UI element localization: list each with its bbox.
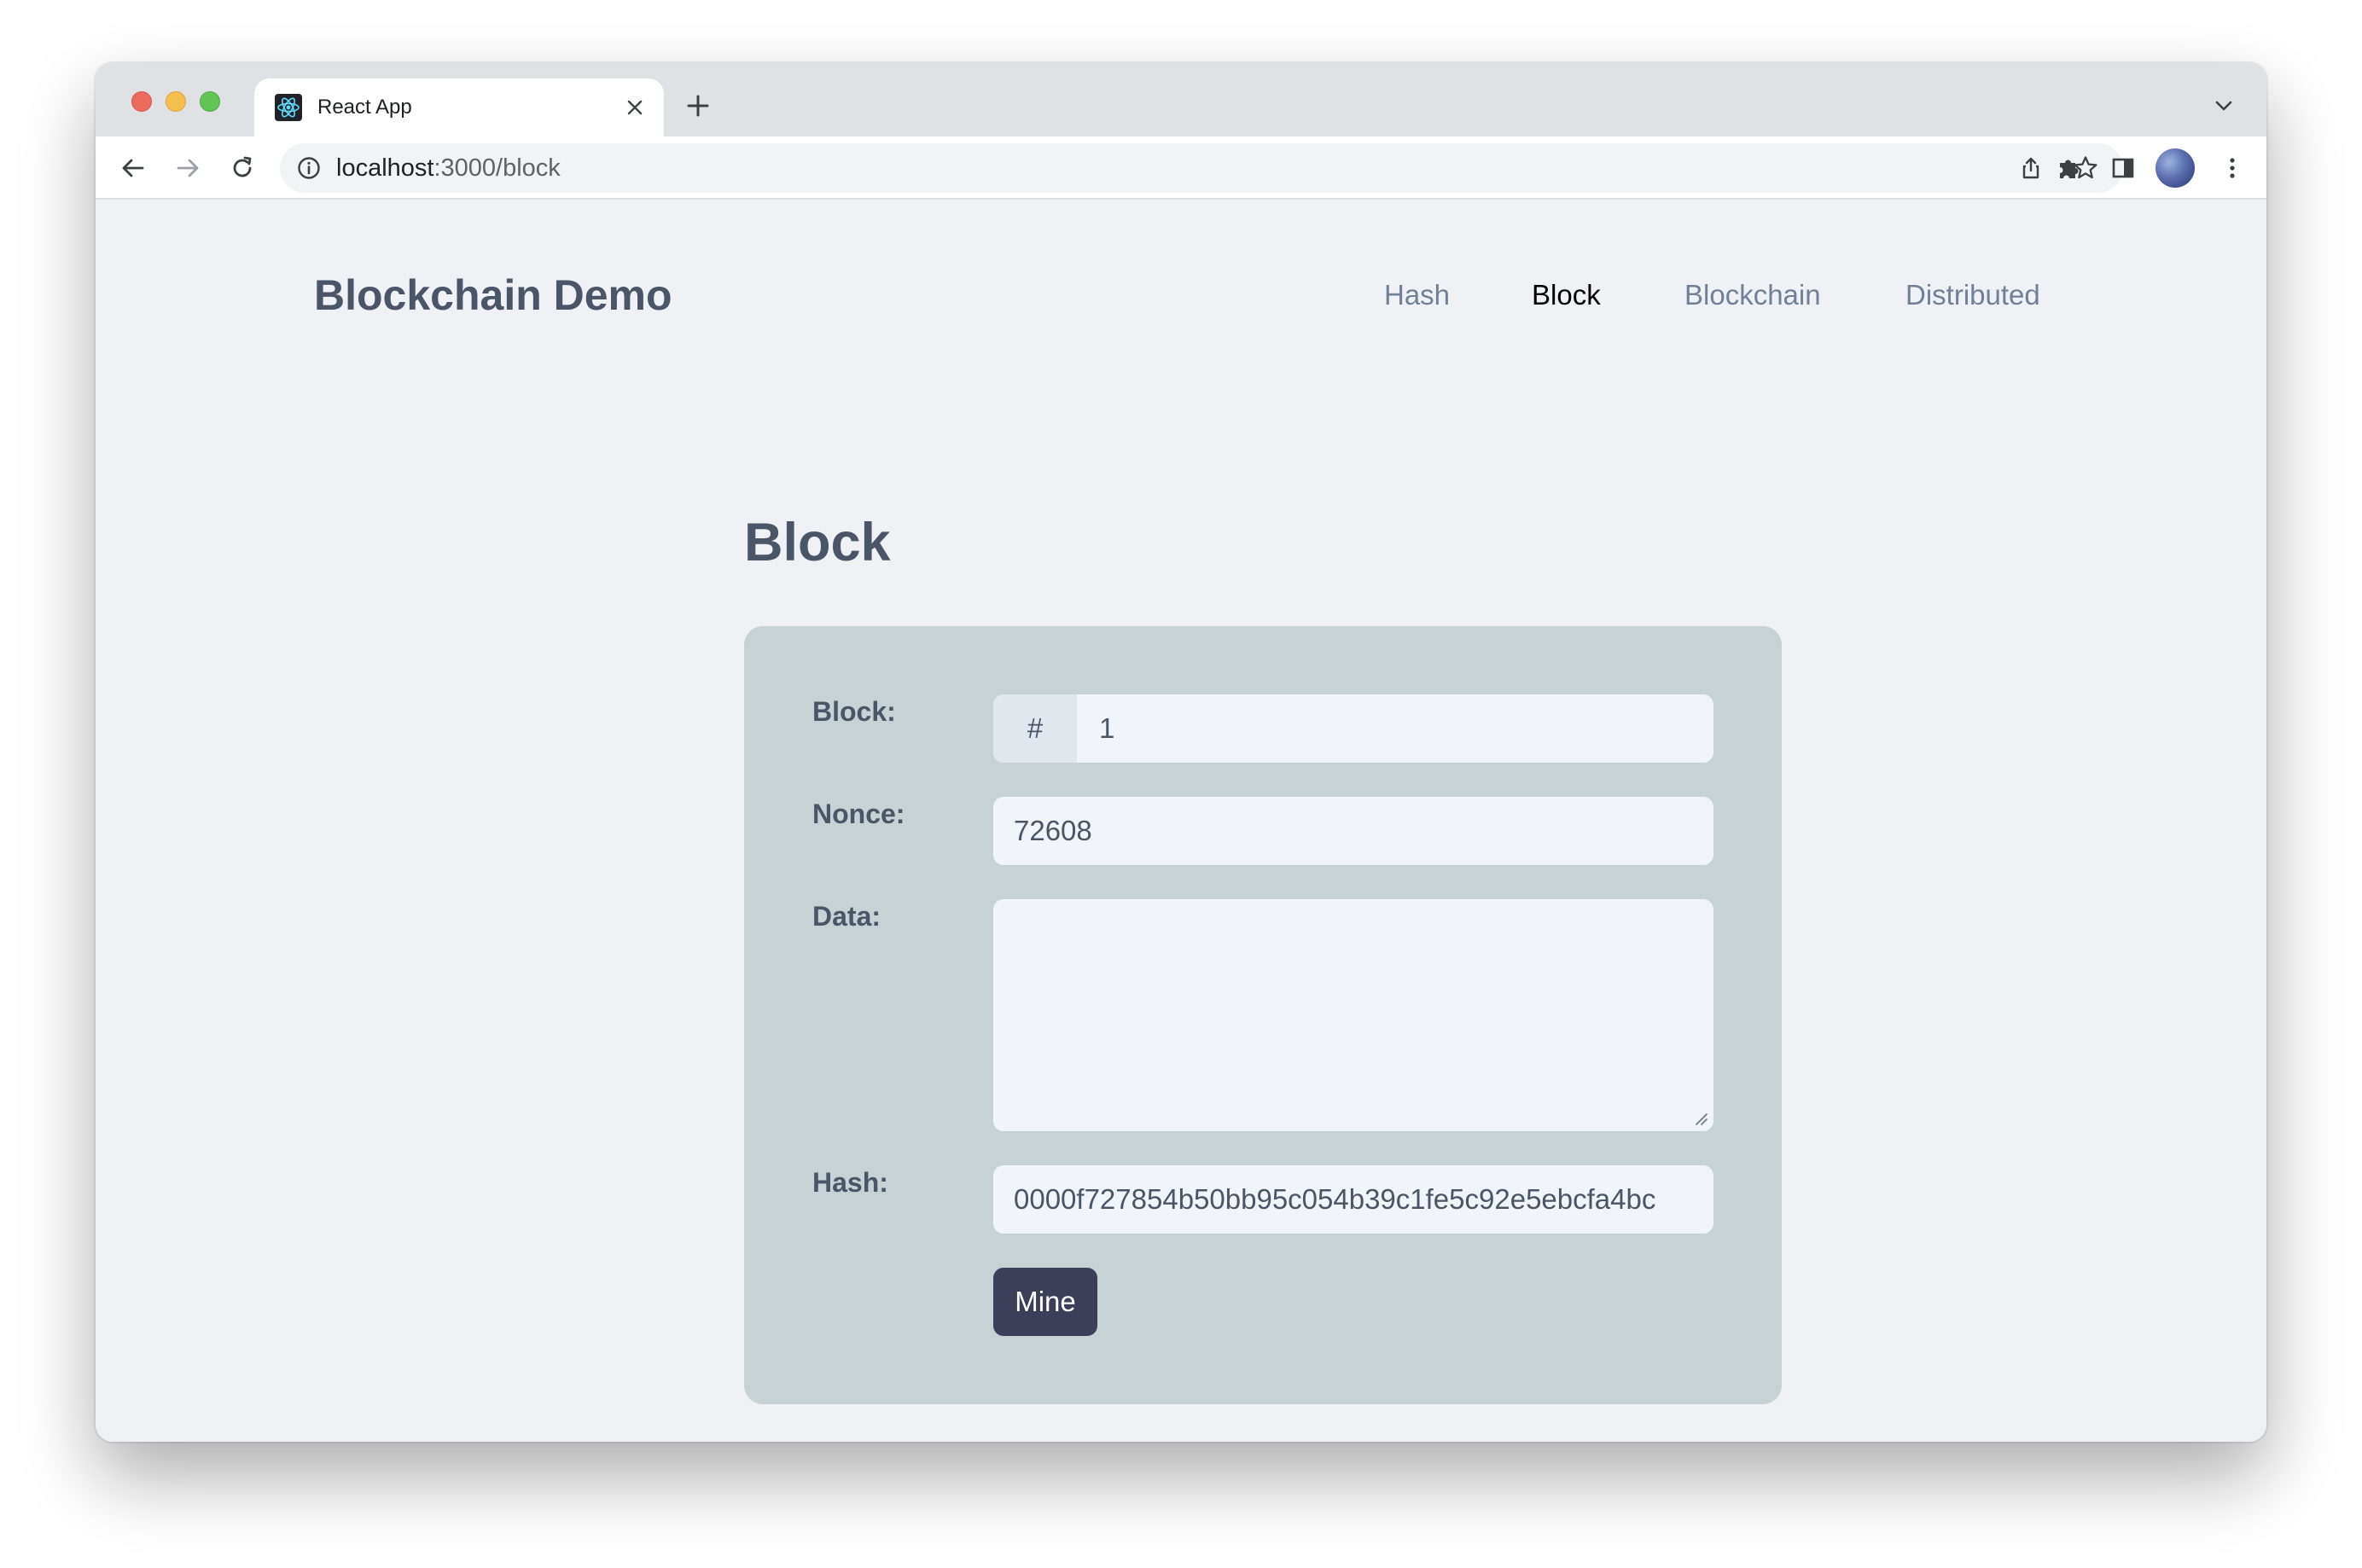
kebab-menu-icon[interactable] [2214,149,2251,187]
nonce-value[interactable]: 72608 [1014,797,1693,865]
hash-value[interactable]: 0000f727854b50bb95c054b39c1fe5c92e5ebcfa… [1014,1165,1693,1234]
nav-link-blockchain[interactable]: Blockchain [1684,270,1821,321]
info-icon[interactable] [295,154,323,182]
close-window-button[interactable] [131,91,152,112]
address-bar[interactable]: localhost:3000/block [280,143,2123,193]
url-text[interactable]: localhost:3000/block [336,154,561,182]
tab-strip: React App [96,63,2266,136]
block-number-field[interactable]: # 1 [993,694,1713,763]
nav-link-block[interactable]: Block [1532,270,1601,321]
share-icon[interactable] [2016,153,2046,183]
minimize-window-button[interactable] [166,91,186,112]
resize-handle-icon[interactable] [1693,1111,1708,1126]
page-content: Blockchain Demo Hash Block Blockchain Di… [96,201,2266,1442]
reload-icon[interactable] [224,149,261,187]
nonce-field[interactable]: 72608 [993,797,1713,865]
browser-tab[interactable]: React App [254,78,664,136]
close-icon[interactable] [620,92,650,123]
back-arrow-icon[interactable] [114,149,152,187]
browser-window: React App localhost:3000/block Blockchai… [96,63,2266,1442]
data-label: Data: [812,901,881,932]
block-number-prefix: # [993,694,1077,763]
data-textarea[interactable] [993,899,1713,1131]
maximize-window-button[interactable] [200,91,220,112]
plus-icon[interactable] [681,89,715,123]
profile-avatar[interactable] [2155,148,2195,188]
hash-label: Hash: [812,1167,888,1198]
url-host: localhost [336,154,434,182]
block-card: Block: # 1 Nonce: 72608 Data: Hash: 0000… [744,626,1782,1404]
hash-field[interactable]: 0000f727854b50bb95c054b39c1fe5c92e5ebcfa… [993,1165,1713,1234]
react-favicon-icon [275,94,302,121]
top-nav: Hash Block Blockchain Distributed [96,270,2266,321]
nav-link-distributed[interactable]: Distributed [1905,270,2040,321]
browser-toolbar: localhost:3000/block [96,136,2266,200]
forward-arrow-icon[interactable] [169,149,207,187]
nonce-label: Nonce: [812,799,905,829]
puzzle-icon[interactable] [2050,149,2087,187]
tab-title: React App [317,96,412,119]
nav-link-hash[interactable]: Hash [1384,270,1450,321]
chevron-down-icon[interactable] [2207,90,2241,121]
mine-button[interactable]: Mine [993,1268,1097,1336]
block-number-value[interactable]: 1 [1099,694,1114,763]
side-panel-icon[interactable] [2104,149,2142,187]
url-path: :3000/block [433,154,561,182]
page-title: Block [744,513,891,572]
block-label: Block: [812,696,896,727]
